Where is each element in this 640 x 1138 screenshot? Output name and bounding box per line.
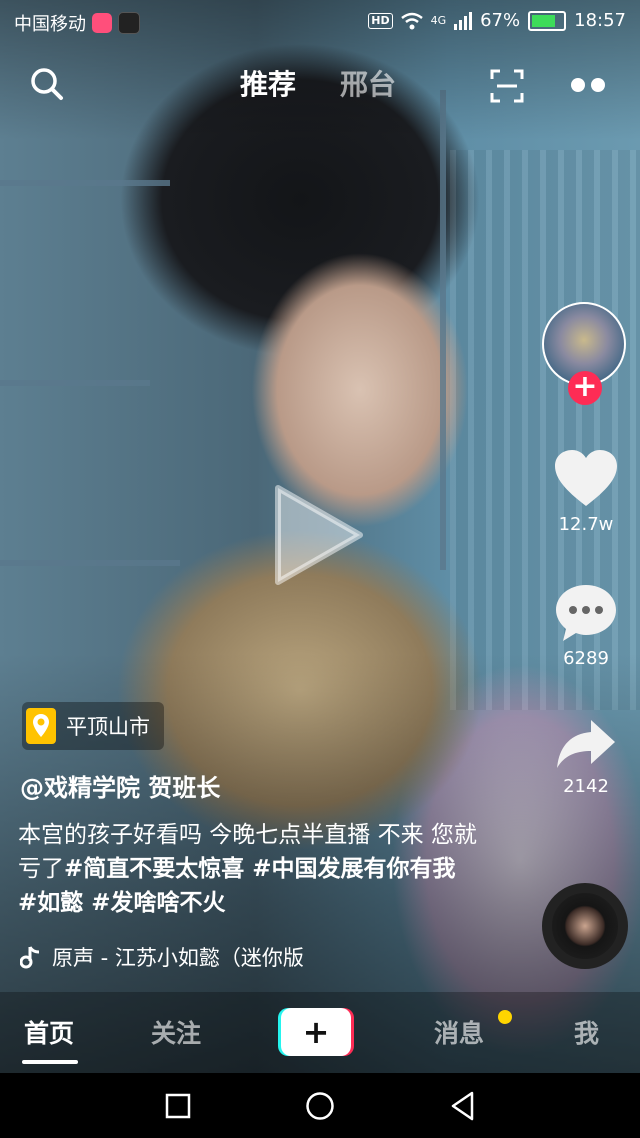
- tab-following[interactable]: 关注: [151, 1014, 201, 1050]
- play-icon[interactable]: [268, 480, 368, 590]
- music-note-icon: [20, 946, 40, 969]
- more-dots-icon[interactable]: [570, 77, 606, 93]
- share-button[interactable]: 2142: [541, 716, 631, 797]
- like-count: 12.7w: [558, 514, 614, 535]
- tiktok-notification-icon: [118, 12, 140, 34]
- battery-percent: 67%: [480, 10, 521, 31]
- recent-apps-icon[interactable]: [165, 1093, 191, 1119]
- follow-button[interactable]: +: [568, 371, 602, 405]
- bunk-rail: [0, 180, 170, 186]
- comment-icon: [556, 585, 616, 641]
- comment-count: 6289: [563, 648, 609, 669]
- bottom-tab-bar: 首页 关注 + 消息 我: [0, 992, 640, 1073]
- battery-icon: [528, 10, 567, 31]
- music-title: 原声 - 江苏小如懿（迷你版: [52, 946, 304, 970]
- wifi-icon: [400, 12, 423, 29]
- hd-badge: HD: [368, 12, 393, 29]
- tab-me[interactable]: 我: [574, 1014, 599, 1050]
- music-disc[interactable]: [542, 883, 628, 969]
- app-notification-icon: [92, 13, 112, 33]
- carrier-name: 中国移动: [14, 14, 86, 35]
- active-tab-indicator: [22, 1060, 78, 1064]
- video-caption: 本宫的孩子好看吗 今晚七点半直播 不来 您就亏了#简直不要太惊喜 #中国发展有你…: [18, 818, 478, 920]
- location-name: 平顶山市: [66, 715, 150, 739]
- comment-button[interactable]: 6289: [541, 582, 631, 669]
- back-triangle-icon[interactable]: [450, 1091, 476, 1121]
- bunk-rail: [0, 560, 180, 566]
- signal-icon: [454, 11, 473, 30]
- like-button[interactable]: 12.7w: [541, 448, 631, 535]
- author-name[interactable]: @戏精学院 贺班长: [20, 768, 220, 803]
- tab-home[interactable]: 首页: [24, 1014, 74, 1050]
- search-icon[interactable]: [30, 67, 64, 101]
- home-circle-icon[interactable]: [305, 1091, 335, 1121]
- music-info[interactable]: 原声 - 江苏小如懿（迷你版: [20, 942, 304, 972]
- create-button[interactable]: +: [278, 1008, 354, 1056]
- status-bar: 中国移动 HD 4G 67% 18:57: [0, 0, 640, 44]
- tab-recommend[interactable]: 推荐: [240, 63, 296, 103]
- bunk-rail: [0, 380, 150, 386]
- message-notification-dot: [498, 1010, 512, 1024]
- bunk-post: [440, 90, 446, 570]
- system-navigation-bar: [0, 1073, 640, 1138]
- location-tag[interactable]: 平顶山市: [22, 702, 164, 750]
- caption-hashtags[interactable]: #简直不要太惊喜 #中国发展有你有我 #如懿 #发啥啥不火: [18, 856, 456, 916]
- tab-local-city[interactable]: 邢台: [340, 63, 396, 103]
- network-type: 4G: [430, 14, 447, 27]
- top-nav: 推荐 邢台: [0, 55, 640, 111]
- heart-icon: [555, 450, 617, 506]
- share-icon: [557, 720, 615, 768]
- clock: 18:57: [574, 10, 626, 31]
- share-count: 2142: [563, 776, 609, 797]
- tab-messages[interactable]: 消息: [434, 1014, 484, 1050]
- create-plus-icon: +: [303, 1013, 330, 1051]
- scan-icon[interactable]: [490, 69, 524, 103]
- location-pin-icon: [26, 708, 56, 744]
